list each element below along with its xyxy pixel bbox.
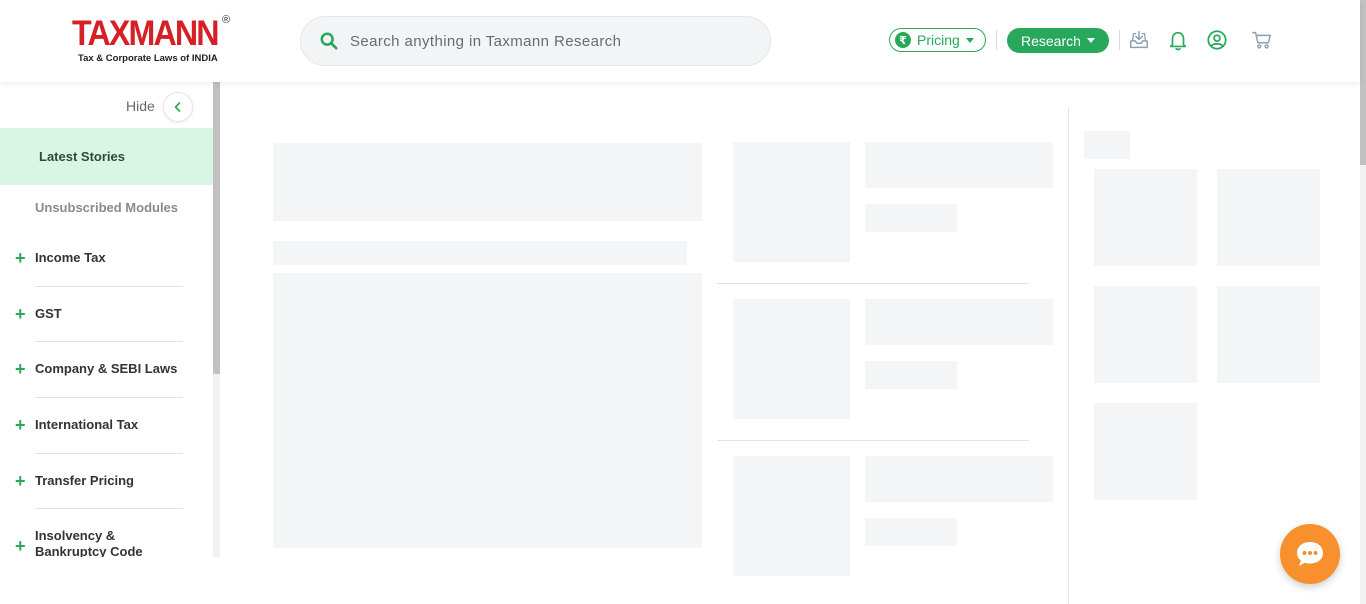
search-bar[interactable] — [300, 16, 771, 66]
sidebar-item-label: International Tax — [35, 417, 139, 432]
page-scrollbar[interactable] — [1360, 0, 1366, 604]
sidebar-scrollbar[interactable] — [213, 82, 220, 557]
divider — [35, 286, 183, 287]
sidebar-item-label: Company & SEBI Laws — [35, 361, 178, 376]
search-icon — [320, 32, 338, 50]
skeleton-tile — [1094, 169, 1197, 266]
taxmann-logo[interactable]: TAXMANN ® Tax & Corporate Laws of INDIA — [72, 14, 237, 66]
skeleton-block — [865, 518, 957, 546]
chat-button[interactable] — [1280, 524, 1340, 584]
skeleton-tile — [1094, 286, 1197, 383]
skeleton-tile — [1217, 286, 1320, 383]
research-label: Research — [1021, 32, 1081, 49]
plus-icon: + — [15, 248, 26, 268]
skeleton-block — [273, 143, 702, 221]
plus-icon: + — [15, 536, 26, 556]
divider — [35, 397, 183, 398]
skeleton-thumbnail — [733, 299, 850, 419]
skeleton-thumbnail — [733, 142, 850, 262]
skeleton-block — [1084, 131, 1130, 159]
sidebar-item-latest-stories[interactable]: Latest Stories — [0, 128, 213, 185]
skeleton-thumbnail — [733, 456, 850, 576]
column-divider — [1068, 107, 1069, 604]
inbox-icon[interactable] — [1128, 29, 1150, 51]
sidebar-item-gst[interactable]: + GST — [0, 304, 185, 362]
rupee-icon: ₹ — [895, 32, 911, 48]
sidebar-item-label: Transfer Pricing — [35, 473, 134, 488]
sidebar: Hide Latest Stories Unsubscribed Modules… — [0, 82, 213, 557]
skeleton-tile — [1094, 403, 1197, 500]
collapse-sidebar-button[interactable] — [163, 92, 193, 122]
hide-sidebar-row: Hide — [0, 92, 213, 122]
skeleton-tile — [1217, 169, 1320, 266]
divider — [35, 453, 183, 454]
search-input[interactable] — [350, 32, 730, 50]
plus-icon: + — [15, 415, 26, 435]
unsubscribed-modules-heading: Unsubscribed Modules — [35, 200, 179, 215]
divider — [35, 341, 183, 342]
sidebar-item-label: GST — [35, 306, 62, 321]
bell-icon[interactable] — [1167, 29, 1189, 51]
cart-icon[interactable] — [1251, 29, 1273, 51]
plus-icon: + — [15, 304, 26, 324]
sidebar-item-label: Income Tax — [35, 250, 106, 265]
sidebar-item-label: Insolvency & Bankruptcy Code — [35, 528, 143, 557]
sidebar-item-income-tax[interactable]: + Income Tax — [0, 248, 185, 306]
skeleton-block — [865, 456, 1053, 502]
pricing-button[interactable]: ₹ Pricing — [889, 28, 986, 52]
skeleton-block — [865, 142, 1053, 188]
skeleton-block — [273, 273, 702, 548]
page-scrollbar-thumb[interactable] — [1360, 0, 1366, 165]
skeleton-block — [273, 241, 687, 265]
chat-icon — [1297, 542, 1323, 566]
hide-label[interactable]: Hide — [126, 98, 155, 114]
sidebar-scrollbar-thumb[interactable] — [213, 82, 220, 374]
sidebar-item-transfer-pricing[interactable]: + Transfer Pricing — [0, 471, 185, 529]
sidebar-item-label: Latest Stories — [39, 149, 125, 164]
header-divider — [1119, 30, 1120, 50]
plus-icon: + — [15, 359, 26, 379]
pricing-label: Pricing — [917, 32, 960, 48]
skeleton-block — [865, 204, 957, 232]
research-button[interactable]: Research — [1007, 28, 1109, 53]
plus-icon: + — [15, 471, 26, 491]
top-header: TAXMANN ® Tax & Corporate Laws of INDIA … — [0, 0, 1360, 82]
user-icon[interactable] — [1206, 29, 1228, 51]
caret-down-icon — [965, 37, 974, 43]
logo-tagline: Tax & Corporate Laws of INDIA — [78, 53, 218, 64]
skeleton-block — [865, 361, 957, 389]
sidebar-item-insolvency-bankruptcy-code[interactable]: + Insolvency & Bankruptcy Code — [0, 528, 185, 557]
divider — [717, 283, 1029, 284]
sidebar-item-company-sebi-laws[interactable]: + Company & SEBI Laws — [0, 359, 185, 417]
divider — [717, 440, 1029, 441]
caret-down-icon — [1086, 38, 1095, 43]
sidebar-item-international-tax[interactable]: + International Tax — [0, 415, 185, 473]
header-divider — [996, 30, 997, 50]
divider — [35, 508, 183, 509]
chevron-left-icon — [174, 102, 181, 112]
logo-registered-mark: ® — [222, 14, 231, 26]
logo-wordmark: TAXMANN — [72, 14, 220, 53]
skeleton-block — [865, 299, 1053, 345]
